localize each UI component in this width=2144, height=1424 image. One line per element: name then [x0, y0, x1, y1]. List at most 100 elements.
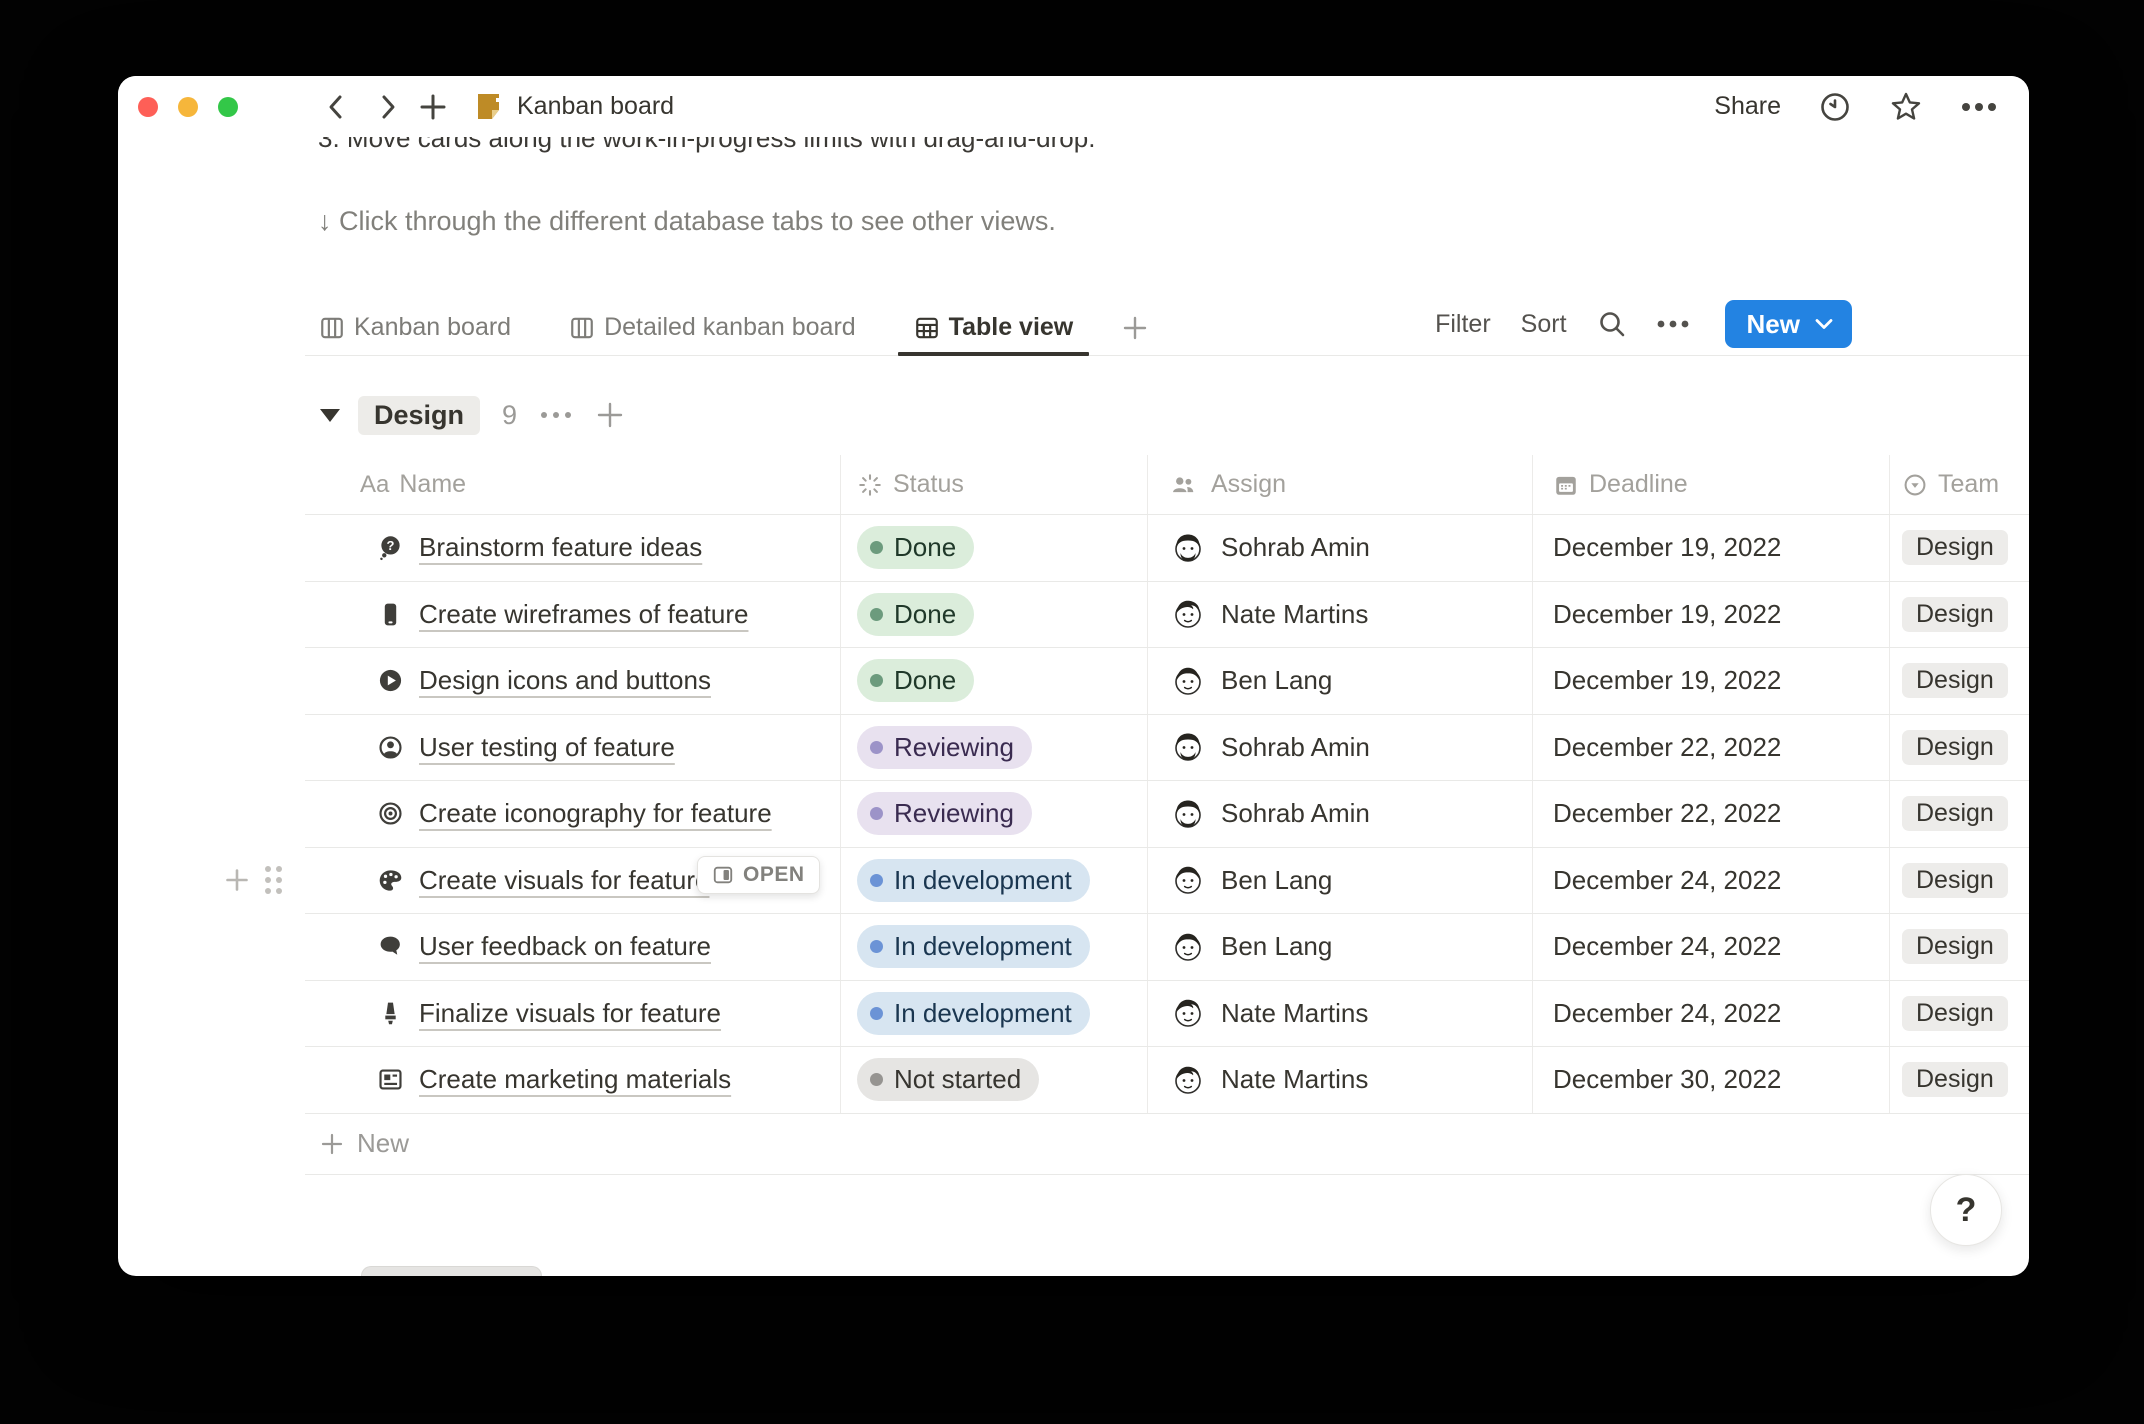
back-chevron-icon[interactable]	[321, 92, 351, 122]
deadline-cell[interactable]: December 22, 2022	[1533, 781, 1890, 847]
team-cell[interactable]: Design	[1890, 582, 2029, 648]
status-cell[interactable]: Reviewing	[841, 781, 1148, 847]
deadline-cell[interactable]: December 24, 2022	[1533, 914, 1890, 980]
name-cell[interactable]: Create iconography for feature	[305, 781, 841, 847]
status-dot	[870, 541, 883, 555]
tab-kanban-board[interactable]: Kanban board	[319, 300, 511, 355]
task-title[interactable]: User testing of feature	[419, 732, 675, 763]
avatar	[1170, 596, 1206, 632]
status-cell[interactable]: Done	[841, 515, 1148, 581]
table-header-row: Aa Name Status Assign Deadline Team	[305, 455, 2029, 515]
task-title[interactable]: Brainstorm feature ideas	[419, 532, 702, 563]
assign-cell[interactable]: Sohrab Amin	[1148, 781, 1533, 847]
plus-icon	[321, 1133, 343, 1154]
assign-cell[interactable]: Nate Martins	[1148, 980, 1533, 1046]
task-title[interactable]: User feedback on feature	[419, 931, 711, 962]
filter-button[interactable]: Filter	[1435, 310, 1491, 339]
column-header-assign[interactable]: Assign	[1148, 455, 1533, 514]
avatar	[1170, 1062, 1206, 1098]
help-button[interactable]: ?	[1930, 1174, 2002, 1246]
group-name-pill[interactable]: Design	[358, 395, 481, 435]
column-header-name[interactable]: Aa Name	[305, 455, 841, 514]
name-cell[interactable]: User feedback on feature	[305, 914, 841, 980]
deadline-cell[interactable]: December 19, 2022	[1533, 648, 1890, 714]
tab-detailed-kanban-board[interactable]: Detailed kanban board	[569, 300, 856, 355]
group-add-plus-icon[interactable]	[595, 400, 625, 430]
deadline-cell[interactable]: December 30, 2022	[1533, 1047, 1890, 1113]
drag-handle-icon[interactable]	[265, 866, 282, 895]
deadline-cell[interactable]: December 22, 2022	[1533, 714, 1890, 780]
add-row-button[interactable]: New	[305, 1114, 2029, 1175]
column-header-deadline[interactable]: Deadline	[1533, 455, 1890, 514]
team-cell[interactable]: Design	[1890, 781, 2029, 847]
name-cell[interactable]: Finalize visuals for feature	[305, 980, 841, 1046]
assign-cell[interactable]: Sohrab Amin	[1148, 515, 1533, 581]
column-header-status[interactable]: Status	[841, 455, 1148, 514]
assign-cell[interactable]: Ben Lang	[1148, 914, 1533, 980]
open-row-button[interactable]: OPEN	[697, 855, 820, 894]
assign-cell[interactable]: Nate Martins	[1148, 1047, 1533, 1113]
status-cell[interactable]: Done	[841, 581, 1148, 647]
clock-icon[interactable]	[1819, 91, 1851, 123]
name-cell[interactable]: User testing of feature	[305, 714, 841, 780]
name-cell[interactable]: ? Brainstorm feature ideas	[305, 515, 841, 581]
assign-cell[interactable]: Sohrab Amin	[1148, 714, 1533, 780]
team-cell[interactable]: Design	[1890, 648, 2029, 714]
task-title[interactable]: Finalize visuals for feature	[419, 998, 721, 1029]
thought-bubble-question-icon: ?	[380, 536, 400, 561]
name-cell[interactable]: Create wireframes of feature	[305, 581, 841, 647]
task-title[interactable]: Create iconography for feature	[419, 798, 772, 829]
team-cell[interactable]: Design	[1890, 1047, 2029, 1113]
view-options-ellipsis-icon[interactable]	[1657, 320, 1689, 328]
column-header-team[interactable]: Team	[1890, 455, 2029, 514]
avatar	[1170, 929, 1206, 965]
name-cell[interactable]: Design icons and buttons	[305, 648, 841, 714]
status-badge: In development	[857, 858, 1090, 902]
more-options-ellipsis-icon[interactable]	[1961, 102, 1997, 112]
status-cell[interactable]: Reviewing	[841, 714, 1148, 780]
status-cell[interactable]: Done	[841, 648, 1148, 714]
tab-table-view[interactable]: Table view	[897, 300, 1089, 356]
assign-cell[interactable]: Nate Martins	[1148, 581, 1533, 647]
deadline-cell[interactable]: December 24, 2022	[1533, 847, 1890, 913]
deadline-cell[interactable]: December 19, 2022	[1533, 581, 1890, 647]
add-view-plus-icon[interactable]	[1121, 314, 1149, 342]
play-button-icon	[379, 670, 402, 692]
new-button[interactable]: New	[1724, 300, 1852, 348]
assign-cell[interactable]: Ben Lang	[1148, 847, 1533, 913]
new-page-plus-icon[interactable]	[417, 92, 449, 122]
team-cell[interactable]: Design	[1890, 715, 2029, 781]
team-cell[interactable]: Design	[1890, 515, 2029, 581]
name-cell[interactable]: Create marketing materials	[305, 1047, 841, 1113]
team-cell[interactable]: Design	[1890, 848, 2029, 914]
deadline-cell[interactable]: December 24, 2022	[1533, 980, 1890, 1046]
team-cell[interactable]: Design	[1890, 914, 2029, 980]
hamburger-menu-icon[interactable]	[265, 100, 299, 113]
group-header: Design 9	[305, 392, 625, 438]
forward-chevron-icon[interactable]	[373, 92, 403, 122]
status-cell[interactable]: In development	[841, 914, 1148, 980]
task-title[interactable]: Create visuals for feature	[419, 865, 709, 896]
sort-button[interactable]: Sort	[1521, 310, 1567, 339]
task-title[interactable]: Create wireframes of feature	[419, 599, 748, 630]
table-row: Finalize visuals for feature In developm…	[305, 980, 2029, 1047]
status-cell[interactable]: In development	[841, 847, 1148, 913]
status-dot	[870, 1006, 883, 1020]
assign-cell[interactable]: Ben Lang	[1148, 648, 1533, 714]
insert-row-plus-icon[interactable]	[223, 866, 251, 894]
deadline-cell[interactable]: December 19, 2022	[1533, 515, 1890, 581]
status-cell[interactable]: In development	[841, 980, 1148, 1046]
speech-bubble-icon	[380, 936, 400, 955]
task-title[interactable]: Create marketing materials	[419, 1064, 731, 1095]
search-icon[interactable]	[1597, 309, 1627, 339]
zoom-window-button[interactable]	[218, 96, 238, 117]
status-cell[interactable]: Not started	[841, 1047, 1148, 1113]
team-cell[interactable]: Design	[1890, 981, 2029, 1047]
share-button[interactable]: Share	[1714, 92, 1781, 121]
close-window-button[interactable]	[138, 96, 158, 117]
group-options-ellipsis-icon[interactable]	[541, 412, 572, 418]
minimize-window-button[interactable]	[178, 96, 198, 117]
star-icon[interactable]	[1889, 90, 1923, 124]
collapse-triangle-icon[interactable]	[320, 408, 340, 422]
task-title[interactable]: Design icons and buttons	[419, 665, 711, 696]
